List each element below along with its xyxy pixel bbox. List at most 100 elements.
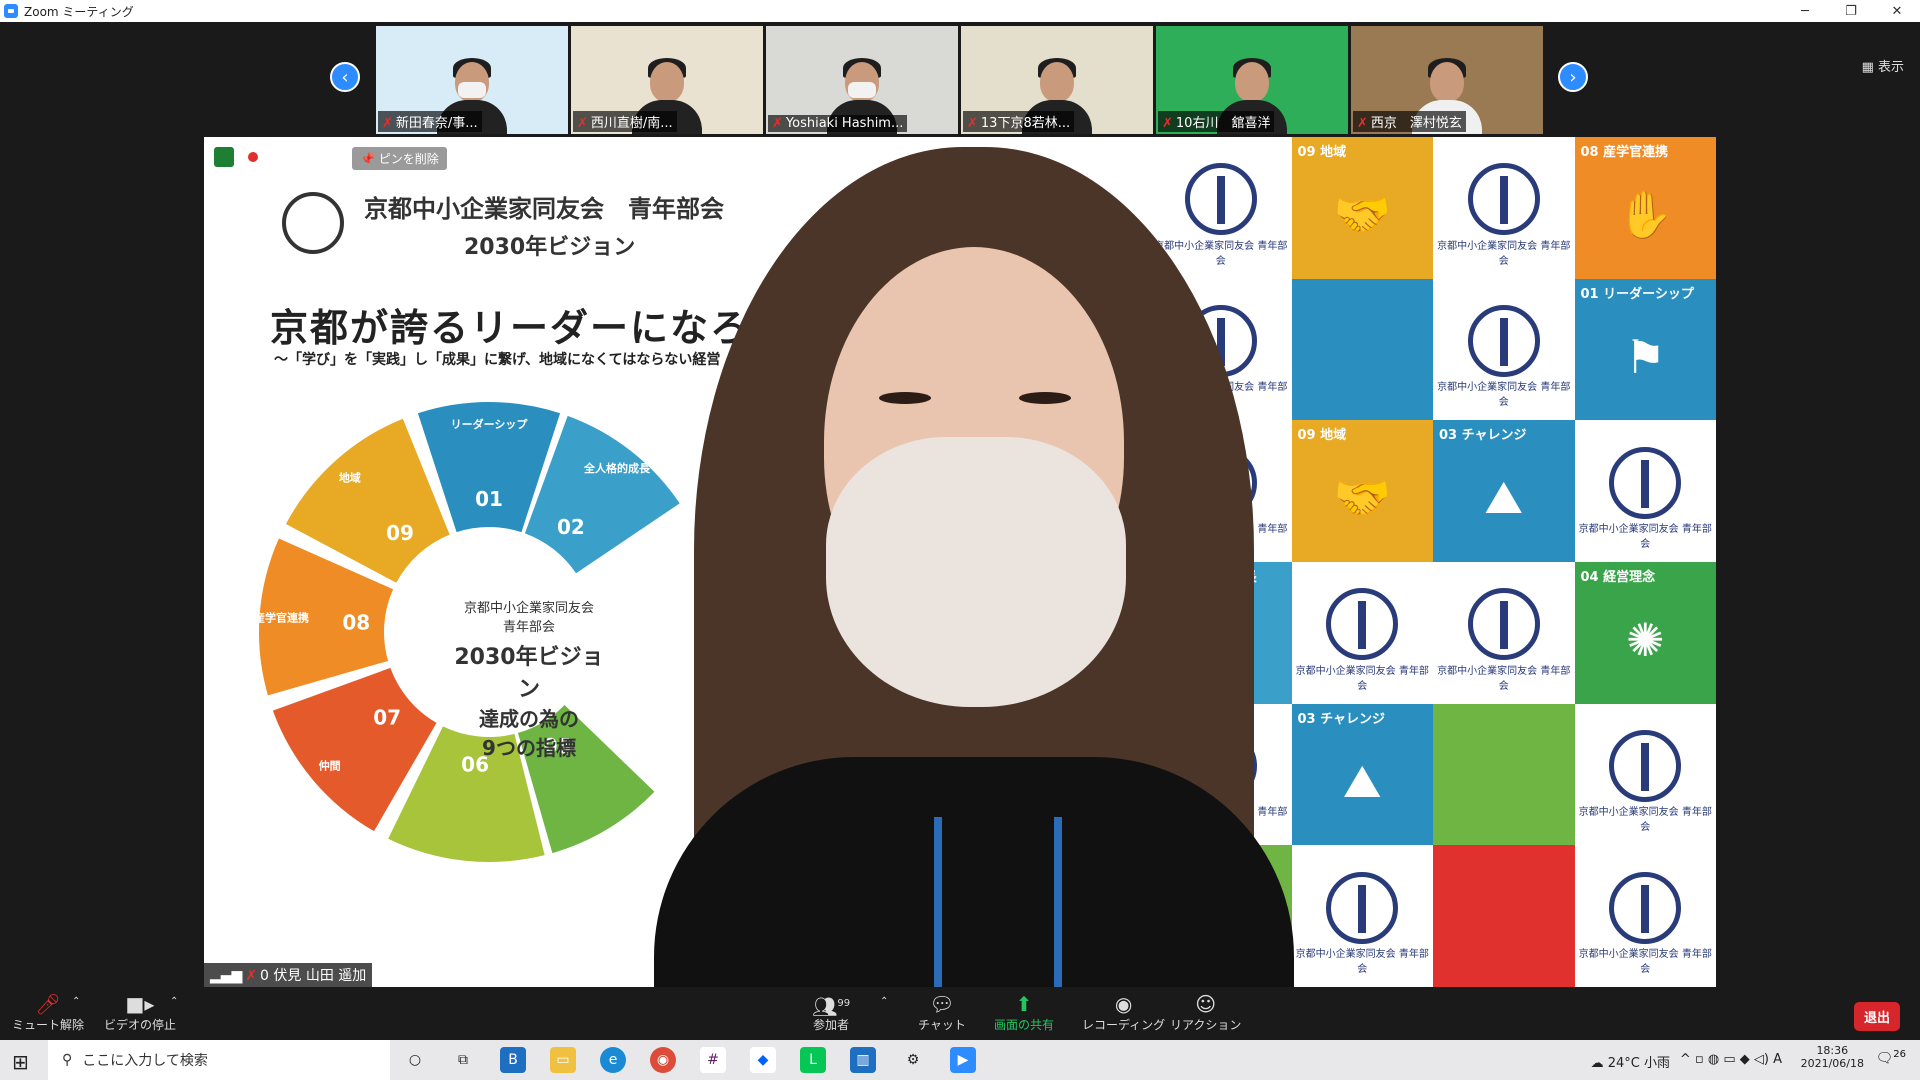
zoom-taskbar-icon[interactable]: ▶ [950,1047,976,1073]
active-speaker-video: 京都中小企業家同友会 青年部会 2030年ビジョン 京都が誇るリーダーになろ ～… [204,137,1716,987]
gallery-strip: ‹ ✗ 新田春奈/事... ✗ 西川直樹/南... ✗ Yoshiaki Hashim… [0,22,1920,134]
settings-gear-icon[interactable]: ⚙ [900,1047,926,1073]
window-controls: ─ ❐ ✕ [1782,0,1920,22]
org-logo-tile: 京都中小企業家同友会 青年部会 [1574,420,1716,563]
org-logo-tile: 京都中小企業家同友会 青年部会 [1433,278,1575,421]
participant-name-label: ✗ Yoshiaki Hashim... [768,115,908,132]
org-logo-caption: 京都中小企業家同友会 青年部会 [1578,524,1712,551]
slack-icon[interactable]: # [700,1047,726,1073]
muted-mic-icon: ✗ [577,116,588,131]
muted-mic-icon: ✗ [245,968,258,984]
weather-widget[interactable]: ☁ 24°C 小雨 [1591,1052,1670,1071]
org-logo-caption: 京都中小企業家同友会 青年部会 [1437,665,1571,692]
indicator-tile: 08 産学官連携 ✋ [1574,137,1716,279]
leave-button[interactable]: 退出 [1853,1002,1900,1031]
task-view-icon[interactable]: ⧉ [450,1047,476,1073]
search-icon: ⚲ [62,1052,73,1068]
chat-button[interactable]: 💬︎ チャット [918,992,966,1033]
weather-text: 24°C 小雨 [1607,1056,1670,1071]
org-logo-icon [1467,588,1540,661]
indicator-tile: 01 リーダーシップ ⚑ [1574,278,1716,421]
view-toggle-button[interactable]: ▦ 表示 [1862,56,1904,75]
wheel-center-text: 京都中小企業家同友会 青年部会 2030年ビジョン 達成の為の 9つの指標 [444,597,614,761]
tray-chevron-icon: ^ [1679,1052,1695,1067]
share-screen-button[interactable]: ⬆ 画面の共有 [994,992,1054,1033]
windows-start-icon[interactable]: ⊞ [12,1050,29,1074]
indicator-icon: ⛰ [1342,753,1382,808]
edge-browser-icon[interactable]: e [600,1047,626,1073]
notification-count: 26 [1893,1049,1906,1060]
minimize-button[interactable]: ─ [1782,0,1828,22]
wheel-center-line: 2030年ビジョン [454,645,604,702]
participant-tile[interactable]: ✗ 新田春奈/事... [376,26,568,134]
participant-tile[interactable]: ✗ 10右川 舘喜洋 [1156,26,1348,134]
zoom-logo-icon [4,4,18,18]
participants-options-button[interactable]: ⌃ [880,996,888,1007]
participant-count: 99 [837,998,851,1009]
app-icon-bw[interactable]: B [500,1047,526,1073]
recording-indicator-icon [246,150,260,164]
video-options-button[interactable]: ⌃ [170,996,178,1007]
chat-bubble-icon: 💬︎ [929,992,955,1016]
stop-video-button[interactable]: ■▸ ビデオの停止 [104,992,176,1033]
windows-taskbar: ⊞ ⚲ ここに入力して検索 ○ ⧉ B ▭ e ◉ # ◆ L ▥ ⚙ ▶ ☁ … [0,1040,1920,1080]
cortana-icon[interactable]: ○ [402,1047,428,1073]
view-toggle-label: 表示 [1877,60,1904,75]
taskbar-clock[interactable]: 18:36 2021/06/18 [1801,1044,1864,1070]
presenter-video [634,137,1314,987]
org-logo-icon [1609,446,1682,519]
indicator-tile: 03 チャレンジ ⛰ [1433,420,1575,563]
share-screen-label: 画面の共有 [994,1018,1055,1032]
participants-button[interactable]: 👥︎99 参加者 [812,992,850,1033]
gallery-prev-button[interactable]: ‹ [330,62,360,92]
org-logo-tile: 京都中小企業家同友会 青年部会 [1574,845,1716,987]
window-title: Zoom ミーティング [24,4,134,19]
record-button[interactable]: ◉ レコーディング [1082,992,1165,1033]
trello-icon[interactable]: ▥ [850,1047,876,1073]
security-shield-icon[interactable] [214,147,234,167]
indicator-icon: ⚑ [1624,329,1666,384]
wheel-segment-number: 09 [386,521,414,545]
muted-mic-icon: ✗ [1357,116,1368,131]
unpin-button[interactable]: 📌 ピンを削除 [352,147,447,170]
restore-button[interactable]: ❐ [1828,0,1874,22]
speaker-name: 0 伏見 山田 遥加 [260,968,367,984]
participant-name-label: ✗ 西川直樹/南... [573,111,677,132]
indicator-icon: 🤝 [1333,187,1391,242]
clock-time: 18:36 [1816,1044,1849,1057]
search-placeholder: ここに入力して検索 [82,1053,208,1069]
speaker-name-label: ▂▄▆ ✗ 0 伏見 山田 遥加 [204,963,373,987]
participant-tile[interactable]: ✗ Yoshiaki Hashim... [766,26,958,134]
muted-mic-icon: ✗ [1162,116,1173,131]
org-logo-caption: 京都中小企業家同友会 青年部会 [1437,382,1571,409]
org-logo-tile: 京都中小企業家同友会 青年部会 [1574,703,1716,846]
notification-center[interactable]: 🗨︎26 [1875,1049,1906,1067]
share-arrow-icon: ⬆ [1015,992,1033,1016]
grid-icon: ▦ [1861,60,1878,75]
taskbar-search-box[interactable]: ⚲ ここに入力して検索 [48,1040,390,1080]
org-logo-icon [1326,588,1399,661]
org-logo-icon [1467,305,1540,378]
org-logo-icon [1609,730,1682,803]
gallery-next-button[interactable]: › [1558,62,1588,92]
wheel-segment-label: リーダーシップ [451,417,529,431]
ime-indicator[interactable]: A [1773,1052,1782,1067]
participant-name: 13下京8若林... [980,116,1071,131]
participant-tile[interactable]: ✗ 西京 澤村悦玄 [1351,26,1543,134]
dropbox-icon[interactable]: ◆ [750,1047,776,1073]
system-tray[interactable]: ^ ▫ ◍ ▭ ◆ ◁) A [1680,1052,1782,1067]
wheel-segment-label: 地域 [339,470,361,484]
stop-video-label: ビデオの停止 [104,1018,177,1032]
line-icon[interactable]: L [800,1047,826,1073]
participant-tile[interactable]: ✗ 13下京8若林... [961,26,1153,134]
close-button[interactable]: ✕ [1874,0,1920,22]
audio-options-button[interactable]: ⌃ [72,996,80,1007]
muted-mic-icon: ✗ [772,116,783,131]
participant-name: 10右川 舘喜洋 [1175,116,1271,131]
participant-tile[interactable]: ✗ 西川直樹/南... [571,26,763,134]
muted-mic-icon: ✗ [967,116,978,131]
file-explorer-icon[interactable]: ▭ [550,1047,576,1073]
reactions-button[interactable]: ☺ リアクション [1170,992,1241,1033]
pin-icon: 📌 [360,152,379,166]
chrome-browser-icon[interactable]: ◉ [650,1047,676,1073]
